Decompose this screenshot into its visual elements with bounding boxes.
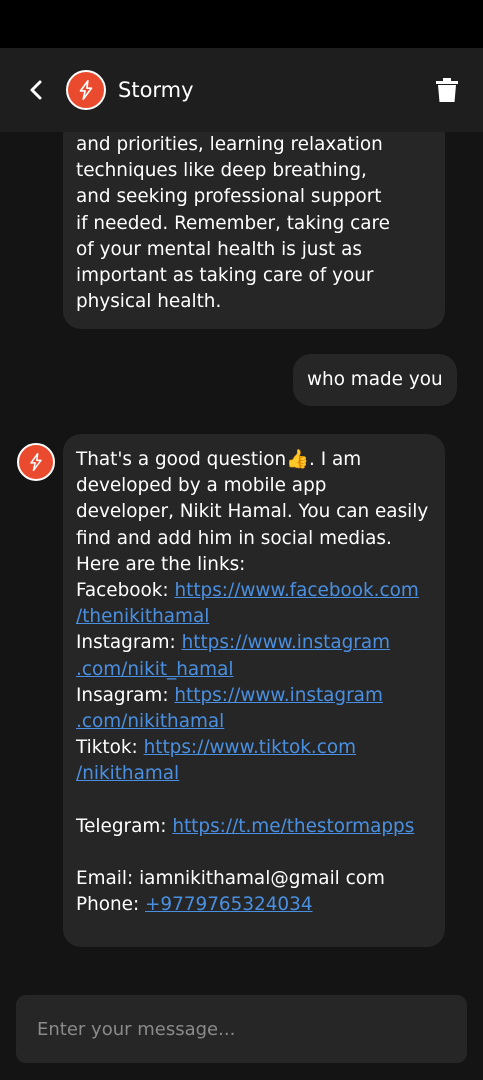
bot-avatar [17, 443, 55, 481]
message-composer [16, 995, 467, 1063]
app-bar: Stormy [0, 48, 483, 132]
chat-title: Stormy [118, 78, 194, 102]
instagram-2-row: Insagram: https://www.instagram [76, 683, 435, 709]
bot-message: That's a good question👍. I am developed … [63, 434, 445, 947]
instagram-link[interactable]: https://www.instagram [182, 632, 390, 653]
telegram-label: Telegram: [76, 815, 173, 837]
facebook-link[interactable]: /thenikithamal [76, 606, 209, 627]
instagram-row: Instagram: https://www.instagram [76, 630, 435, 656]
facebook-row-cont: /thenikithamal [76, 604, 435, 630]
trash-icon [436, 78, 458, 102]
user-message: who made you [293, 354, 457, 407]
instagram-2-link[interactable]: https://www.instagram [174, 685, 382, 706]
phone-row: Phone: +9779765324034 [76, 892, 435, 918]
email-row: Email: iamnikithamal@gmail com [76, 868, 385, 890]
message-line: That's a good question👍. I am [76, 449, 362, 470]
bot-message: and priorities, learning relaxation tech… [63, 132, 445, 330]
message-line: find and add him in social medias. [76, 527, 392, 549]
message-line: developed by a mobile app [76, 475, 327, 497]
instagram-label: Instagram: [76, 632, 182, 654]
telegram-link[interactable]: https://t.me/thestormapps [172, 816, 414, 837]
delete-chat-button[interactable] [434, 76, 460, 104]
tiktok-row: Tiktok: https://www.tiktok.com [76, 735, 435, 761]
facebook-row: Facebook: https://www.facebook.com [76, 578, 435, 604]
instagram-link[interactable]: .com/nikit_hamal [76, 659, 233, 680]
message-line: and seeking professional support [76, 186, 382, 208]
facebook-label: Facebook: [76, 580, 175, 602]
instagram-2-link[interactable]: .com/nikithamal [76, 711, 224, 732]
tiktok-row-cont: /nikithamal [76, 761, 435, 787]
chevron-left-icon [30, 80, 42, 100]
instagram-2-row-cont: .com/nikithamal [76, 709, 435, 735]
message-line: Here are the links: [76, 553, 246, 575]
tiktok-link[interactable]: /nikithamal [76, 763, 179, 784]
chat-messages[interactable]: and priorities, learning relaxation tech… [0, 132, 483, 982]
message-line: if needed. Remember, taking care [76, 212, 390, 234]
tiktok-link[interactable]: https://www.tiktok.com [144, 737, 356, 758]
status-bar [0, 0, 483, 48]
phone-link[interactable]: +9779765324034 [145, 894, 313, 915]
message-line: and priorities, learning relaxation [76, 134, 383, 155]
message-line: important as taking care of your [76, 265, 374, 287]
message-line: developer, Nikit Hamal. You can easily [76, 501, 429, 523]
message-line: techniques like deep breathing, [76, 160, 367, 182]
tiktok-label: Tiktok: [76, 737, 144, 759]
facebook-link[interactable]: https://www.facebook.com [174, 580, 418, 601]
message-input[interactable] [16, 995, 467, 1063]
message-text: who made you [307, 369, 443, 390]
back-button[interactable] [20, 74, 52, 106]
bot-avatar [66, 70, 106, 110]
message-line: physical health. [76, 291, 222, 313]
phone-label: Phone: [76, 894, 146, 916]
instagram-row-cont: .com/nikit_hamal [76, 657, 435, 683]
lightning-bolt-icon [79, 80, 93, 100]
lightning-bolt-icon [30, 452, 42, 472]
instagram-2-label: Insagram: [76, 684, 175, 706]
message-line: of your mental health is just as [76, 238, 362, 260]
telegram-row: Telegram: https://t.me/thestormapps [76, 814, 435, 840]
